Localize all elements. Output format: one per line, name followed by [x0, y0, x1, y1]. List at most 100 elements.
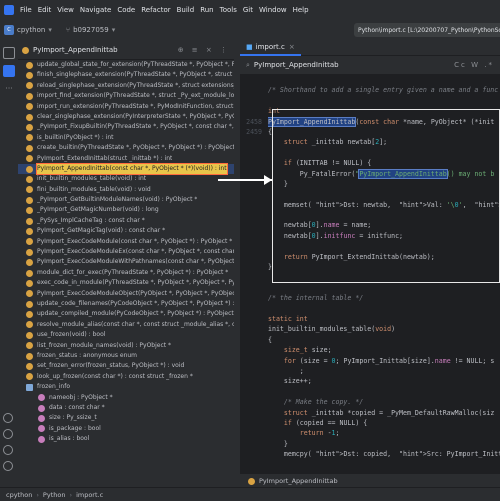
line-number: [240, 449, 268, 459]
structure-item[interactable]: exec_code_in_module(PyThreadState *, PyO…: [18, 278, 234, 288]
structure-item[interactable]: resolve_module_alias(const char *, const…: [18, 320, 234, 330]
code-text: return -1;: [299, 429, 340, 438]
structure-item[interactable]: reload_singlephase_extension(PyThreadSta…: [18, 81, 234, 91]
structure-item[interactable]: PyImport_ExecCodeModuleWithPathnames(con…: [18, 257, 234, 267]
menu-tools[interactable]: Tools: [220, 6, 237, 14]
structure-item[interactable]: set_frozen_error(frozen_status, PyObject…: [18, 361, 234, 371]
structure-item[interactable]: module_dict_for_exec(PyThreadState *, Py…: [18, 268, 234, 278]
structure-item-label: PyImport_ExecCodeModuleObject(PyObject *…: [37, 289, 234, 297]
menu-edit[interactable]: Edit: [38, 6, 52, 14]
problems-icon[interactable]: [3, 445, 13, 455]
function-icon: [26, 331, 33, 339]
function-icon: [26, 227, 33, 235]
function-icon: [26, 175, 33, 183]
menu-refactor[interactable]: Refactor: [141, 6, 170, 14]
menu-build[interactable]: Build: [177, 6, 195, 14]
structure-item[interactable]: clear_singlephase_extension(PyInterprete…: [18, 112, 234, 122]
structure-item[interactable]: finish_singlephase_extension(PyThreadSta…: [18, 70, 234, 80]
code-line: Py_FatalError("PyImport_AppendInittab() …: [240, 168, 500, 179]
structure-item[interactable]: is_builtin(PyObject *) : int: [18, 133, 234, 143]
structure-child-item[interactable]: is_package : bool: [18, 424, 234, 434]
function-icon: [26, 217, 33, 225]
structure-item-label: init_builtin_modules_table(void) : int: [37, 175, 147, 183]
line-number: [240, 272, 268, 282]
function-icon: [26, 61, 33, 69]
structure-child-item[interactable]: size : Py_ssize_t: [18, 413, 234, 423]
git-icon[interactable]: [3, 461, 13, 471]
menu-window[interactable]: Window: [259, 6, 287, 14]
structure-item[interactable]: frozen_info: [18, 382, 234, 392]
terminal-icon[interactable]: [3, 429, 13, 439]
breadcrumb[interactable]: PyImport_AppendInittab: [240, 473, 500, 488]
menu-run[interactable]: Run: [200, 6, 213, 14]
code-line: static int: [240, 314, 500, 324]
find-options[interactable]: Cc W .*: [454, 61, 494, 69]
structure-item[interactable]: _PyImport_FixupBuiltin(PyThreadState *, …: [18, 122, 234, 132]
find-input[interactable]: PyImport_AppendInittab: [250, 59, 394, 71]
code-line: newtab[0].initfunc = initfunc;: [240, 231, 500, 241]
structure-item[interactable]: init_builtin_modules_table(void) : int: [18, 174, 234, 184]
function-icon: [26, 82, 33, 90]
function-icon: [26, 269, 33, 277]
structure-item[interactable]: PyImport_ExecCodeModule(const char *, Py…: [18, 237, 234, 247]
structure-item[interactable]: list_frozen_module_names(void) : PyObjec…: [18, 341, 234, 351]
structure-item[interactable]: update_code_filenames(PyCodeObject *, Py…: [18, 299, 234, 309]
menu-git[interactable]: Git: [243, 6, 253, 14]
project-selector[interactable]: C cpython ▾: [4, 25, 52, 35]
structure-item-label: PyImport_ExecCodeModuleWithPathnames(con…: [37, 258, 234, 266]
structure-toolbar-icons[interactable]: ⊕ ≡ × ⋮: [178, 46, 230, 54]
structure-item[interactable]: look_up_frozen(const char *) : const str…: [18, 372, 234, 382]
function-icon: [26, 238, 33, 246]
structure-item[interactable]: _PyImport_GetBuiltinModuleNames(void) : …: [18, 195, 234, 205]
line-number: 2458: [246, 117, 262, 126]
status-item-folder[interactable]: Python: [43, 491, 66, 499]
menu-file[interactable]: File: [20, 6, 32, 14]
menu-navigate[interactable]: Navigate: [80, 6, 111, 14]
structure-item[interactable]: _PySys_ImplCacheTag : const char *: [18, 216, 234, 226]
more-icon[interactable]: ···: [3, 83, 15, 95]
run-icon[interactable]: [3, 413, 13, 423]
structure-item[interactable]: import_find_extension(PyThreadState *, s…: [18, 91, 234, 101]
structure-item[interactable]: create_builtin(PyThreadState *, PyObject…: [18, 143, 234, 153]
status-item-file[interactable]: import.c: [76, 491, 103, 499]
menu-code[interactable]: Code: [117, 6, 135, 14]
structure-child-item[interactable]: data : const char *: [18, 403, 234, 413]
branch-selector[interactable]: ⑂ b0927059 ▾: [66, 26, 115, 34]
structure-item[interactable]: _PyImport_GetMagicNumber(void) : long: [18, 205, 234, 215]
code-text: PyImport_AppendInittab(const char *name,…: [268, 116, 495, 127]
structure-item[interactable]: PyImport_ExtendInittab(struct _inittab *…: [18, 154, 234, 164]
structure-item[interactable]: frozen_status : anonymous enum: [18, 351, 234, 361]
structure-item[interactable]: use_frozen(void) : bool: [18, 330, 234, 340]
structure-item-label: update_global_state_for_extension(PyThre…: [37, 61, 234, 68]
code-area[interactable]: /* Shorthand to add a single entry given…: [240, 75, 500, 470]
structure-panel: PyImport_AppendInittab ⊕ ≡ × ⋮ update_gl…: [18, 41, 234, 487]
line-number: [240, 106, 268, 116]
code-line: if (copied == NULL) {: [240, 418, 500, 428]
code-line: [240, 459, 500, 469]
structure-item[interactable]: update_compiled_module(PyCodeObject *, P…: [18, 309, 234, 319]
code-text: if (INITTAB != NULL) {: [283, 159, 372, 168]
structure-item[interactable]: PyImport_ExecCodeModuleEx(const char *, …: [18, 247, 234, 257]
menu-help[interactable]: Help: [293, 6, 309, 14]
line-number: [240, 439, 268, 449]
structure-child-label: nameobj : PyObject *: [49, 393, 113, 401]
structure-item[interactable]: fini_builtin_modules_table(void) : void: [18, 185, 234, 195]
structure-item[interactable]: PyImport_ExecCodeModuleObject(PyObject *…: [18, 289, 234, 299]
structure-item-label: list_frozen_module_names(void) : PyObjec…: [37, 341, 172, 349]
editor-tab-import-c[interactable]: ■ import.c ×: [240, 41, 301, 56]
structure-item[interactable]: import_run_extension(PyThreadState *, Py…: [18, 102, 234, 112]
menu-view[interactable]: View: [57, 6, 74, 14]
line-number: [240, 356, 268, 366]
close-icon[interactable]: ×: [289, 43, 295, 51]
code-line: newtab[0].name = name;: [240, 220, 500, 230]
structure-item[interactable]: update_global_state_for_extension(PyThre…: [18, 60, 234, 70]
structure-icon[interactable]: [3, 65, 15, 77]
folder-icon[interactable]: [3, 47, 15, 59]
structure-child-item[interactable]: nameobj : PyObject *: [18, 393, 234, 403]
function-icon: [26, 279, 33, 287]
structure-item[interactable]: PyImport_AppendInittab(const char *, PyO…: [18, 162, 234, 176]
status-item-project[interactable]: cpython: [6, 491, 32, 499]
structure-item[interactable]: PyImport_GetMagicTag(void) : const char …: [18, 226, 234, 236]
structure-child-item[interactable]: is_alias : bool: [18, 434, 234, 444]
